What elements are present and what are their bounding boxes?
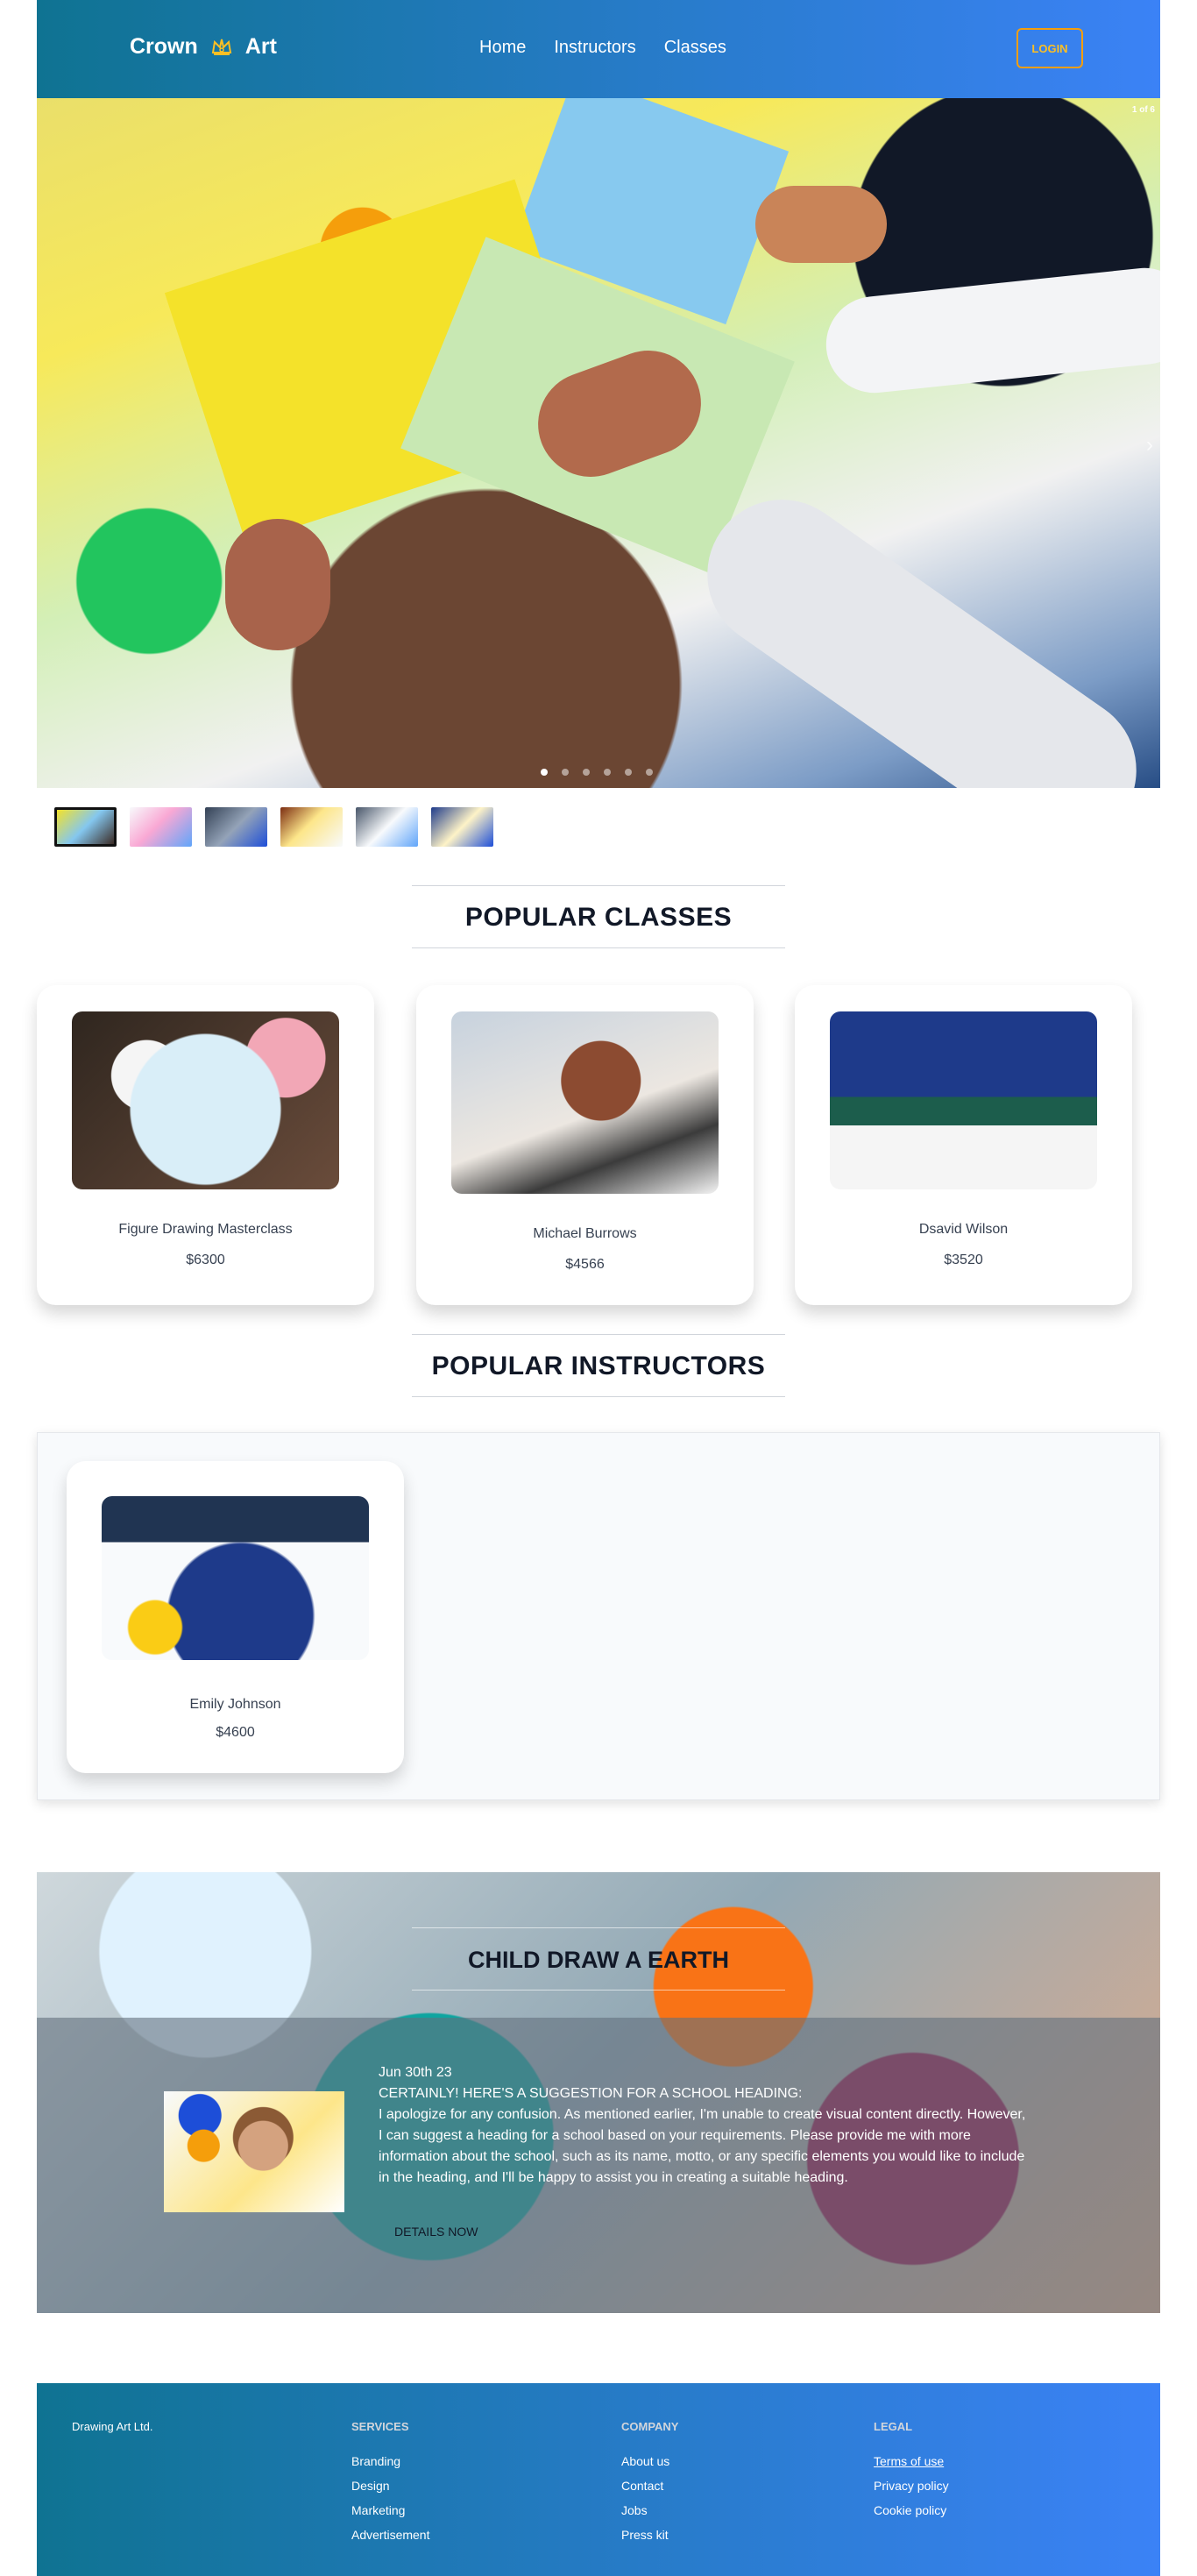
details-now-button[interactable]: DETAILS NOW: [379, 2219, 493, 2244]
class-card[interactable]: Figure Drawing Masterclass $6300: [37, 985, 374, 1305]
footer-link-terms-of-use[interactable]: Terms of use: [874, 2449, 949, 2473]
hero-image-hand: [225, 519, 330, 650]
footer-company-title: COMPANY: [621, 2420, 679, 2433]
hero-image-hand: [755, 186, 887, 263]
carousel-dot[interactable]: [541, 769, 548, 776]
class-card[interactable]: Dsavid Wilson $3520: [795, 985, 1132, 1305]
hero-image-arm-right: [821, 263, 1160, 398]
footer-link-cookie-policy[interactable]: Cookie policy: [874, 2498, 949, 2523]
brand-name-left: Crown: [130, 33, 198, 59]
article-heading: CERTAINLY! HERE'S A SUGGESTION FOR A SCH…: [379, 2086, 803, 2101]
article-text: Jun 30th 23 CERTAINLY! HERE'S A SUGGESTI…: [379, 2062, 1031, 2189]
class-image: [830, 1011, 1097, 1189]
footer-legal: LEGAL Terms of use Privacy policy Cookie…: [874, 2420, 949, 2523]
carousel-indicators: [541, 769, 653, 776]
footer-services-title: SERVICES: [351, 2420, 409, 2433]
footer-link-branding[interactable]: Branding: [351, 2449, 429, 2473]
instructor-image: [102, 1496, 369, 1660]
carousel-dot[interactable]: [583, 769, 590, 776]
article-date: Jun 30th 23: [379, 2065, 452, 2080]
instructors-panel: Emily Johnson $4600: [37, 1432, 1160, 1800]
footer-link-privacy-policy[interactable]: Privacy policy: [874, 2473, 949, 2498]
site-footer: Drawing Art Ltd. SERVICES Branding Desig…: [37, 2383, 1160, 2576]
class-image: [451, 1011, 719, 1194]
class-price: $4566: [565, 1257, 605, 1272]
class-name: Figure Drawing Masterclass: [118, 1222, 293, 1237]
class-image: [72, 1011, 339, 1189]
footer-link-design[interactable]: Design: [351, 2473, 429, 2498]
site-header: Crown Art Home Instructors Classes LOGIN: [37, 0, 1160, 98]
slide-counter: 1 of 6: [1131, 105, 1155, 115]
brand-name-right: Art: [244, 33, 277, 59]
carousel-dot[interactable]: [604, 769, 611, 776]
carousel-dot[interactable]: [646, 769, 653, 776]
class-price: $6300: [186, 1253, 225, 1267]
carousel-dot[interactable]: [625, 769, 632, 776]
banner-content: Jun 30th 23 CERTAINLY! HERE'S A SUGGESTI…: [37, 2018, 1160, 2313]
instructor-name: Emily Johnson: [189, 1697, 281, 1712]
thumbnail-6[interactable]: [431, 807, 493, 847]
main-navigation: Home Instructors Classes: [479, 38, 726, 58]
nav-home[interactable]: Home: [479, 38, 526, 58]
footer-link-jobs[interactable]: Jobs: [621, 2498, 678, 2523]
instructor-card[interactable]: Emily Johnson $4600: [67, 1461, 404, 1773]
footer-services: SERVICES Branding Design Marketing Adver…: [351, 2420, 429, 2547]
thumbnail-3[interactable]: [205, 807, 267, 847]
popular-classes-title: POPULAR CLASSES: [412, 885, 785, 948]
footer-company: COMPANY About us Contact Jobs Press kit: [621, 2420, 678, 2547]
instructor-price: $4600: [216, 1725, 255, 1740]
thumbnail-2[interactable]: [130, 807, 192, 847]
crown-icon: [211, 39, 231, 55]
footer-link-contact[interactable]: Contact: [621, 2473, 678, 2498]
thumbnail-4[interactable]: [280, 807, 343, 847]
class-price: $3520: [944, 1253, 983, 1267]
class-card[interactable]: Michael Burrows $4566: [416, 985, 754, 1305]
carousel-thumbnails: [54, 807, 493, 847]
hero-image-arm-left: [677, 470, 1160, 788]
chevron-right-icon[interactable]: ›: [1146, 433, 1153, 458]
footer-link-press-kit[interactable]: Press kit: [621, 2523, 678, 2547]
footer-company-name: Drawing Art Ltd.: [72, 2420, 153, 2433]
site-logo[interactable]: Crown Art: [130, 33, 277, 60]
featured-article-banner: CHILD DRAW A EARTH Jun 30th 23 CERTAINLY…: [37, 1872, 1160, 2313]
thumbnail-1[interactable]: [54, 807, 117, 847]
class-name: Michael Burrows: [533, 1226, 637, 1241]
nav-instructors[interactable]: Instructors: [554, 38, 635, 58]
article-body: I apologize for any confusion. As mentio…: [379, 2107, 1026, 2185]
class-name: Dsavid Wilson: [918, 1222, 1009, 1237]
popular-instructors-title: POPULAR INSTRUCTORS: [412, 1334, 785, 1397]
footer-link-advertisement[interactable]: Advertisement: [351, 2523, 429, 2547]
thumbnail-5[interactable]: [356, 807, 418, 847]
hero-carousel: 1 of 6 ›: [37, 98, 1160, 788]
login-button[interactable]: LOGIN: [1016, 28, 1083, 68]
banner-title: CHILD DRAW A EARTH: [412, 1927, 785, 1991]
article-image: [164, 2091, 344, 2212]
footer-legal-title: LEGAL: [874, 2420, 913, 2433]
carousel-dot[interactable]: [562, 769, 569, 776]
footer-link-marketing[interactable]: Marketing: [351, 2498, 429, 2523]
footer-link-about-us[interactable]: About us: [621, 2449, 678, 2473]
nav-classes[interactable]: Classes: [664, 38, 726, 58]
